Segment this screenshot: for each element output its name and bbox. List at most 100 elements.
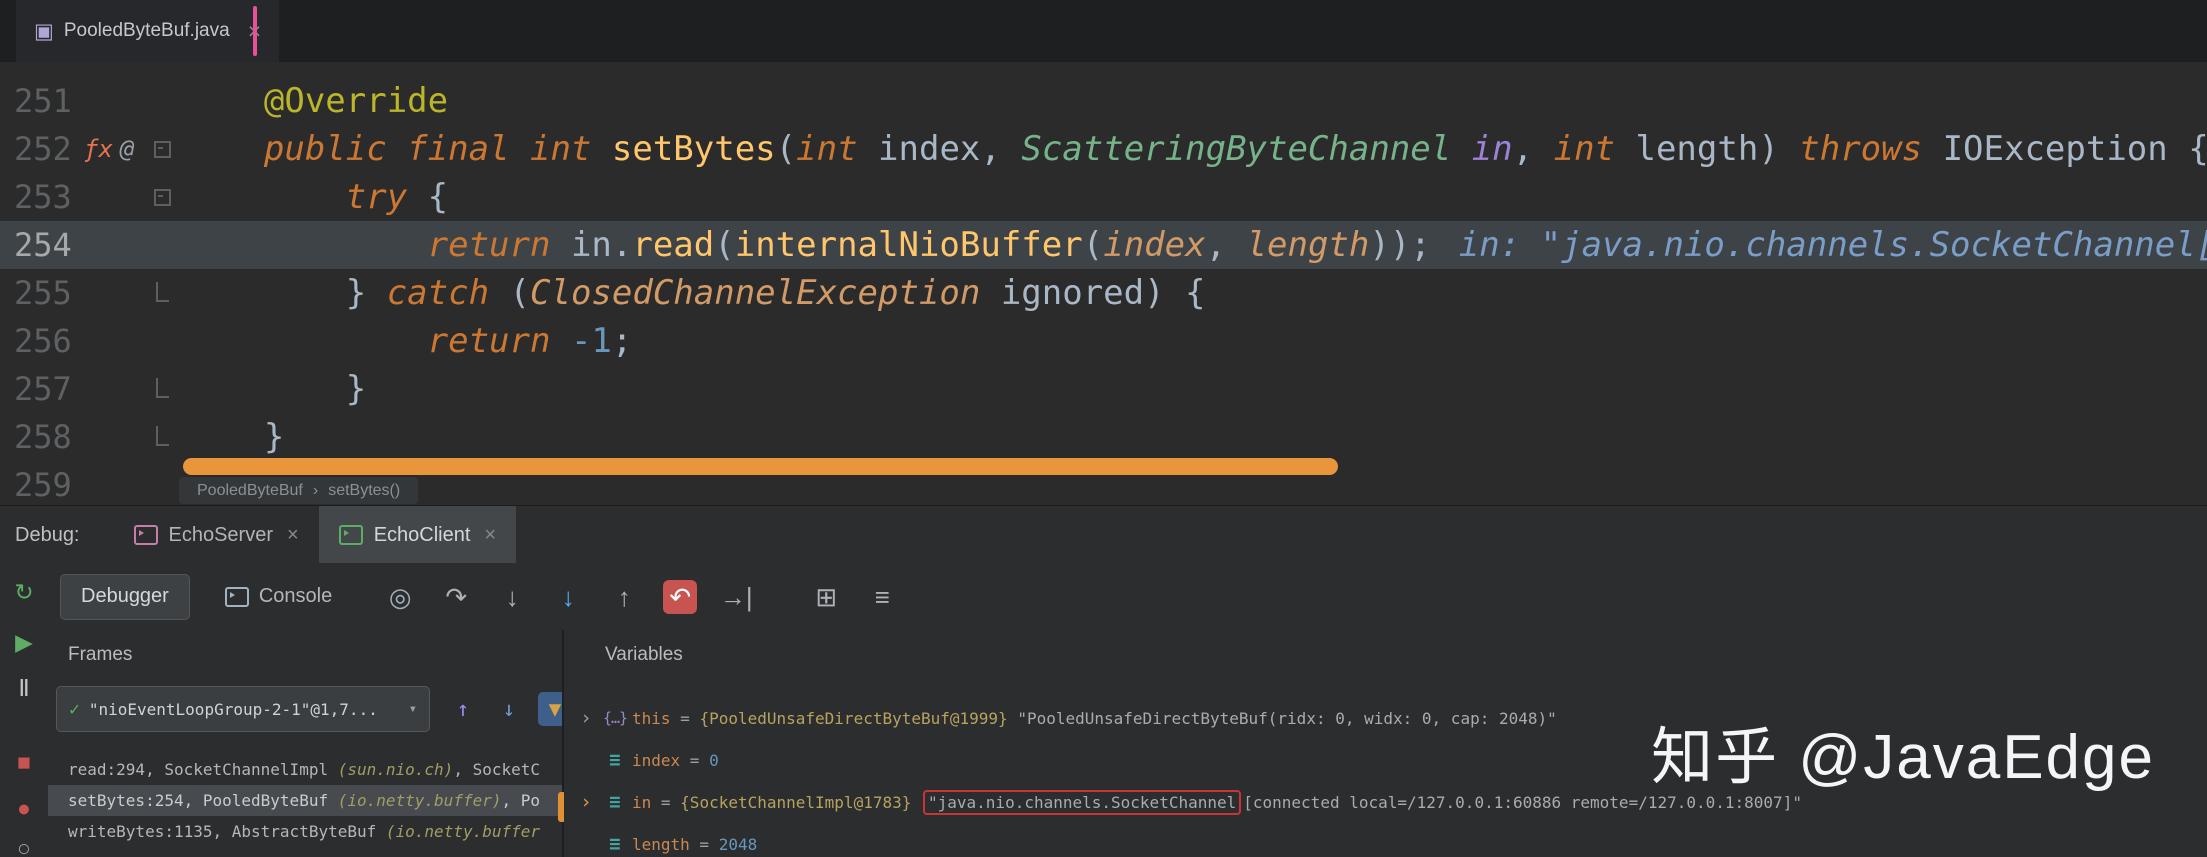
console-icon: [133, 525, 158, 545]
thread-name: "nioEventLoopGroup-2-1"@1,7...: [88, 699, 378, 719]
breadcrumb-separator-icon: ›: [312, 481, 319, 499]
show-execution-point-icon[interactable]: ◎: [383, 580, 417, 614]
debug-window-label: Debug:: [15, 523, 80, 546]
force-step-into-icon[interactable]: ↓: [551, 580, 585, 614]
line-number[interactable]: 251: [0, 77, 84, 125]
tab-close-icon[interactable]: ×: [484, 524, 496, 547]
code-text[interactable]: return -1;: [182, 317, 2207, 365]
expand-chevron-icon[interactable]: ›: [574, 707, 598, 729]
inline-debugger-hint: in: "java.nio.channels.SocketChannel[c: [1458, 225, 2207, 265]
thread-running-check-icon: ✓: [69, 698, 80, 720]
stop-icon[interactable]: ■: [8, 746, 40, 778]
breadcrumb-item-class[interactable]: PooledByteBuf: [197, 482, 303, 500]
editor-tab-title: PooledByteBuf.java: [63, 20, 230, 41]
fold-column[interactable]: [146, 221, 182, 269]
frame-row[interactable]: setBytes:254, PooledByteBuf (io.netty.bu…: [48, 785, 562, 816]
debug-view-tabs: Debugger Console: [60, 573, 353, 620]
tab-bar-accent-mark: [253, 6, 257, 56]
pause-icon[interactable]: Ⅱ: [8, 672, 40, 704]
class-file-icon: ▣: [34, 19, 54, 43]
evaluate-expression-icon[interactable]: ⊞: [809, 580, 843, 614]
gutter-icons: [84, 317, 146, 365]
dropdown-caret-icon: ▾: [408, 701, 417, 717]
line-number[interactable]: 252: [0, 125, 84, 173]
thread-selector[interactable]: ✓ "nioEventLoopGroup-2-1"@1,7... ▾: [56, 686, 430, 732]
debug-session-tabs: EchoServer × EchoClient ×: [114, 506, 517, 564]
tab-close-icon[interactable]: ×: [287, 524, 299, 547]
previous-frame-icon[interactable]: ↑: [446, 692, 480, 726]
code-text[interactable]: return in.read(internalNioBuffer(index, …: [182, 221, 2207, 269]
code-text[interactable]: } catch (ClosedChannelException ignored)…: [182, 269, 2207, 317]
line-number[interactable]: 257: [0, 365, 84, 413]
run-to-cursor-icon[interactable]: →|: [719, 580, 753, 614]
fold-column[interactable]: [146, 365, 182, 413]
method-marker-icon: ƒx: [84, 135, 113, 163]
fold-column[interactable]: [146, 77, 182, 125]
variable-row[interactable]: ≡ length = 2048: [564, 823, 2207, 857]
fold-column[interactable]: [146, 269, 182, 317]
debug-session-tab-echoclient[interactable]: EchoClient ×: [318, 506, 517, 564]
code-line[interactable]: 254 return in.read(internalNioBuffer(ind…: [0, 221, 2207, 269]
fold-column[interactable]: [146, 125, 182, 173]
resume-icon[interactable]: ▶: [8, 626, 40, 658]
code-line[interactable]: 252 ƒx @ public final int setBytes(int ind…: [0, 125, 2207, 173]
editor-tab[interactable]: ▣ PooledByteBuf.java ×: [16, 0, 280, 62]
watermark: 知乎 @JavaEdge: [1651, 723, 2155, 792]
parameter-icon: ≡: [609, 790, 621, 813]
fold-column[interactable]: [146, 173, 182, 221]
line-number[interactable]: 256: [0, 317, 84, 365]
code-text[interactable]: }: [182, 413, 2207, 461]
frames-header: Frames: [68, 644, 133, 665]
parameter-icon: ≡: [609, 832, 621, 855]
code-line[interactable]: 251 @Override: [0, 77, 2207, 125]
ide-window: ▣ PooledByteBuf.java × 251 @Override252ƒ…: [0, 0, 2207, 857]
fold-box-icon: [154, 189, 171, 206]
annotation-underline-bar: [183, 458, 1338, 475]
frame-row[interactable]: read:294, SocketChannelImpl (sun.nio.ch)…: [48, 754, 562, 785]
step-action-icons: ◎ ↷ ↓ ↓ ↑ ↶ →| ⊞ ≡: [383, 579, 899, 614]
code-text[interactable]: @Override: [182, 77, 2207, 125]
next-frame-icon[interactable]: ↓: [492, 692, 526, 726]
drop-frame-icon[interactable]: ↶: [663, 579, 698, 614]
line-number[interactable]: 258: [0, 413, 84, 461]
gutter-icons: [84, 221, 146, 269]
debug-view-tab-console[interactable]: Console: [204, 574, 353, 620]
expand-chevron-icon[interactable]: ›: [574, 791, 598, 813]
code-line[interactable]: 255 } catch (ClosedChannelException igno…: [0, 269, 2207, 317]
code-text[interactable]: try {: [182, 173, 2207, 221]
view-options-icon[interactable]: ≡: [865, 580, 899, 614]
code-editor[interactable]: 251 @Override 252 ƒx @ public final int set…: [0, 62, 2207, 505]
code-line[interactable]: 257 }: [0, 365, 2207, 413]
code-text[interactable]: }: [182, 365, 2207, 413]
console-tab-icon: [224, 586, 249, 607]
code-line[interactable]: 258 }: [0, 413, 2207, 461]
step-out-icon[interactable]: ↑: [607, 580, 641, 614]
fold-column[interactable]: [146, 461, 182, 505]
code-text[interactable]: public final int setBytes(int index, Sca…: [182, 125, 2207, 173]
gutter-icons: [84, 173, 146, 221]
fold-column[interactable]: [146, 317, 182, 365]
mute-breakpoints-icon[interactable]: ○: [8, 832, 40, 857]
debug-view-tab-debugger[interactable]: Debugger: [60, 573, 190, 620]
line-number[interactable]: 254: [0, 221, 84, 269]
line-number[interactable]: 253: [0, 173, 84, 221]
debug-session-tab-echoserver[interactable]: EchoServer ×: [114, 506, 319, 564]
rerun-icon[interactable]: ↻: [8, 576, 40, 608]
code-lines: 251 @Override 252 ƒx @ public final int set…: [0, 77, 2207, 505]
step-into-icon[interactable]: ↓: [495, 580, 529, 614]
line-number[interactable]: 259: [0, 461, 84, 505]
hide-library-frames-icon[interactable]: ▼: [538, 692, 562, 726]
gutter-icons: [84, 269, 146, 317]
fold-column[interactable]: [146, 413, 182, 461]
line-number[interactable]: 255: [0, 269, 84, 317]
annotation-marker-icon: @: [119, 135, 135, 163]
code-line[interactable]: 253 try {: [0, 173, 2207, 221]
view-breakpoints-icon[interactable]: ●: [8, 792, 40, 824]
session-tab-label: EchoServer: [168, 523, 274, 546]
step-over-icon[interactable]: ↷: [439, 580, 473, 614]
frame-row[interactable]: writeBytes:1135, AbstractByteBuf (io.net…: [48, 816, 562, 847]
frames-panel: Frames ✓ "nioEventLoopGroup-2-1"@1,7... …: [48, 630, 562, 857]
code-line[interactable]: 256 return -1;: [0, 317, 2207, 365]
breadcrumb: PooledByteBuf › setBytes(): [179, 477, 419, 504]
breadcrumb-item-method[interactable]: setBytes(): [328, 482, 400, 500]
